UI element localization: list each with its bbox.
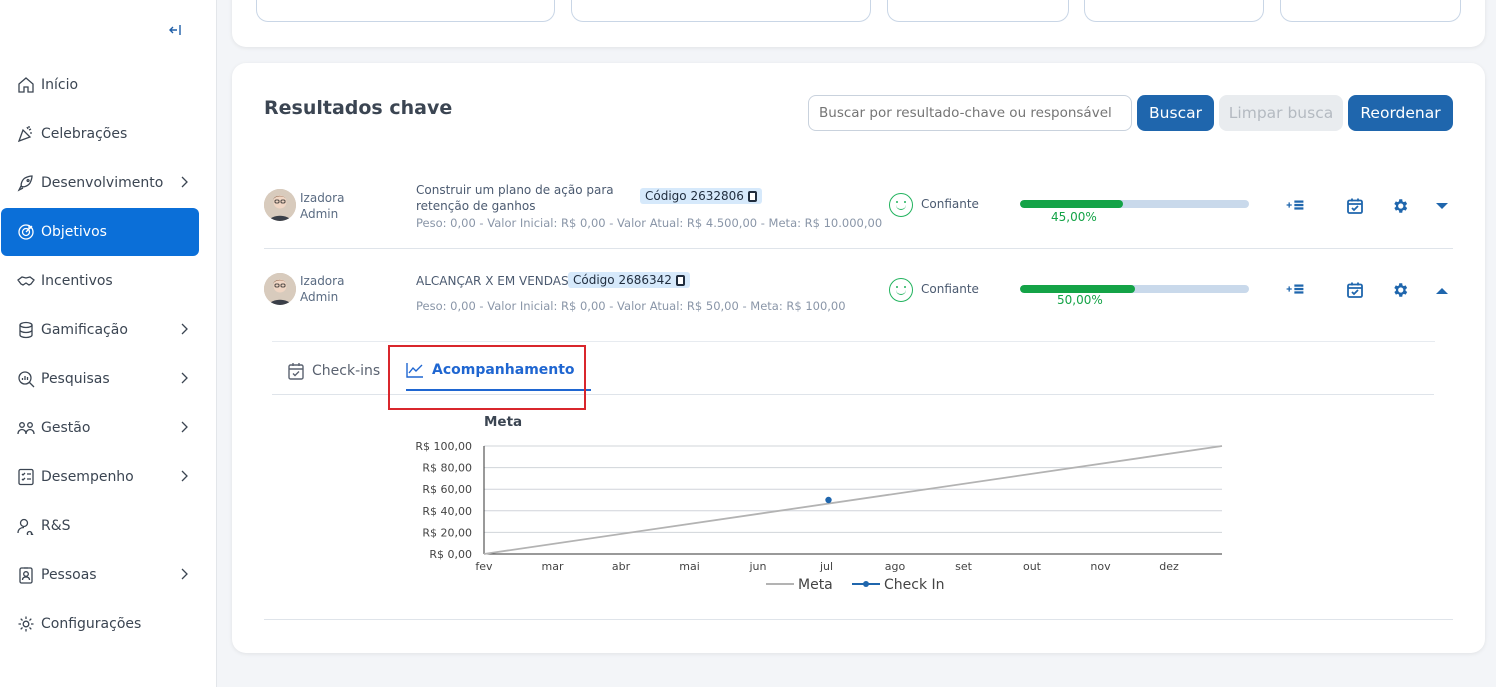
rocket-icon (17, 174, 35, 192)
y-tick-label: R$ 20,00 (422, 526, 472, 539)
coins-icon (17, 321, 35, 339)
chevron-right-icon (181, 568, 188, 580)
x-tick-label: dez (1159, 560, 1179, 573)
sidebar-item-label: Gamificação (41, 322, 128, 338)
checkin-point (825, 496, 832, 504)
sidebar-item-rocket[interactable]: Desenvolvimento (1, 159, 199, 207)
y-tick-label: R$ 80,00 (422, 462, 472, 475)
sidebar-item-label: Gestão (41, 420, 91, 436)
sidebar-item-coins[interactable]: Gamificação (1, 306, 199, 354)
handshake-icon (17, 272, 35, 290)
legend-label: Check In (884, 577, 945, 593)
y-tick-label: R$ 40,00 (422, 505, 472, 518)
x-tick-label: abr (612, 560, 631, 573)
sidebar-item-party[interactable]: Celebrações (1, 110, 199, 158)
sidebar-item-label: Configurações (41, 616, 142, 632)
sidebar-item-user-search[interactable]: R&S (1, 502, 199, 550)
x-tick-label: mar (542, 560, 564, 573)
sidebar-item-home[interactable]: Início (1, 61, 199, 109)
summary-field (571, 0, 871, 22)
summary-card (232, 0, 1485, 47)
sidebar-item-label: Desempenho (41, 469, 134, 485)
sidebar-item-label: Celebrações (41, 126, 128, 142)
tracking-chart: Meta R$ 0,00 R$ 20,00 R$ 40,00 R$ 60,00 R$ 80… (415, 414, 1223, 593)
sidebar-item-label: Pesquisas (41, 371, 110, 387)
sidebar-item-gear[interactable]: Configurações (1, 600, 199, 648)
legend-marker (863, 581, 869, 587)
user-search-icon (17, 517, 35, 535)
sidebar-item-label: Início (41, 77, 79, 93)
x-tick-label: set (955, 560, 972, 573)
sidebar-item-id-badge[interactable]: Pessoas (1, 551, 199, 599)
sidebar: Início Celebrações Desenvolvimento Objetivo… (0, 0, 217, 687)
sidebar-item-label: Incentivos (41, 273, 113, 289)
collapse-sidebar-icon[interactable] (165, 22, 185, 42)
chevron-right-icon (181, 323, 188, 335)
chevron-right-icon (181, 470, 188, 482)
x-tick-label: ago (885, 560, 906, 573)
x-tick-label: out (1023, 560, 1042, 573)
sidebar-item-checklist[interactable]: Desempenho (1, 453, 199, 501)
sidebar-item-label: Objetivos (41, 224, 107, 240)
y-tick-label: R$ 100,00 (415, 440, 472, 453)
sidebar-item-label: R&S (41, 518, 71, 534)
summary-field (887, 0, 1069, 22)
checklist-icon (17, 468, 35, 486)
x-tick-label: jul (819, 560, 833, 573)
series-line-meta (483, 445, 1223, 555)
sidebar-item-label: Pessoas (41, 567, 97, 583)
summary-field (1280, 0, 1461, 22)
x-tick-label: mai (679, 560, 700, 573)
sidebar-item-label: Desenvolvimento (41, 175, 164, 191)
x-tick-label: nov (1090, 560, 1111, 573)
sidebar-item-handshake[interactable]: Incentivos (1, 257, 199, 305)
y-tick-label: R$ 60,00 (422, 483, 472, 496)
sidebar-item-people[interactable]: Gestão (1, 404, 199, 452)
y-tick-label: R$ 0,00 (429, 548, 472, 561)
summary-field (1084, 0, 1264, 22)
summary-field (256, 0, 555, 22)
main-content: Resultados chave Buscar Limpar busca Reo… (217, 0, 1496, 687)
key-results-card: Resultados chave Buscar Limpar busca Reo… (232, 63, 1485, 653)
gear-icon (17, 615, 35, 633)
x-tick-label: fev (475, 560, 493, 573)
chart-title: Meta (484, 414, 522, 430)
chevron-right-icon (181, 372, 188, 384)
home-icon (17, 76, 35, 94)
sidebar-item-search-chart[interactable]: Pesquisas (1, 355, 199, 403)
party-icon (17, 125, 35, 143)
chevron-right-icon (181, 176, 188, 188)
legend-label: Meta (798, 577, 833, 593)
divider (264, 619, 1453, 620)
x-tick-label: jun (749, 560, 767, 573)
target-icon (17, 223, 35, 241)
sidebar-nav: Início Celebrações Desenvolvimento Objetivo… (0, 60, 216, 649)
search-chart-icon (17, 370, 35, 388)
sidebar-item-target[interactable]: Objetivos (1, 208, 199, 256)
id-badge-icon (17, 566, 35, 584)
chevron-right-icon (181, 421, 188, 433)
people-icon (17, 419, 35, 437)
